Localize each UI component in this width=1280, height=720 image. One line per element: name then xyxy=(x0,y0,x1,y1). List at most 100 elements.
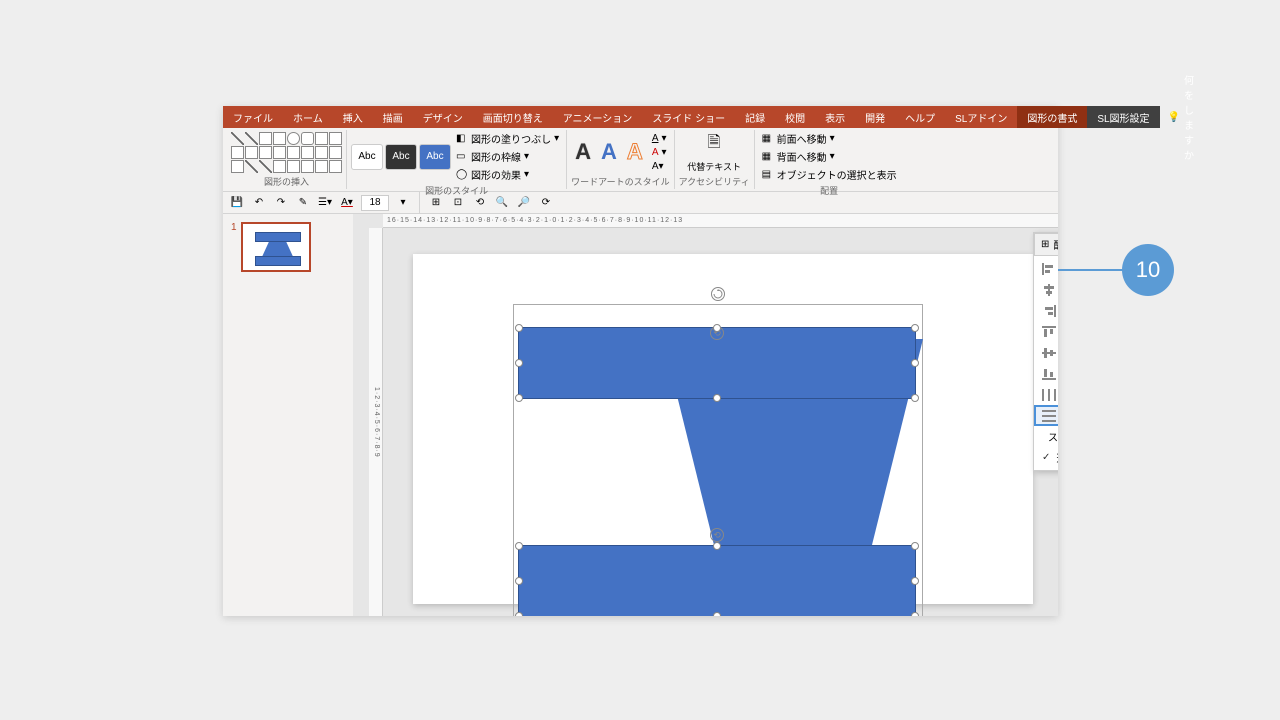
ribbon-tabs: ファイル ホーム 挿入 描画 デザイン 画面切り替え アニメーション スライド … xyxy=(223,106,1058,128)
tab-review[interactable]: 校閲 xyxy=(775,106,815,128)
align-objects-button[interactable]: ⊞ xyxy=(428,195,444,211)
tab-file[interactable]: ファイル xyxy=(223,106,283,128)
distribute-vertical-item[interactable]: 上下に整列(V) xyxy=(1034,405,1058,426)
tab-shape-format[interactable]: 図形の書式 xyxy=(1017,106,1087,128)
align-dropdown-menu: ⊞配置 ▾ ⇕3.77 cm 左揃え(L) 左右中央揃え(C) 右揃え(R) 上… xyxy=(1033,232,1058,471)
selection-pane-button[interactable]: ▤オブジェクトの選択と表示 xyxy=(759,166,900,183)
group-wordart-styles: A A A A▾ A▾ A▾ ワードアートのスタイル xyxy=(567,130,674,189)
tab-home[interactable]: ホーム xyxy=(283,106,333,128)
align-middle-item[interactable]: 上下中央揃え(M) xyxy=(1034,342,1058,363)
group-label-wordart: ワードアートのスタイル xyxy=(571,174,669,189)
format-painter-button[interactable]: ✎ xyxy=(295,195,311,211)
forward-icon: ▦ xyxy=(762,133,774,145)
shape-effects-button[interactable]: ◯図形の効果 ▾ xyxy=(453,166,562,183)
distribute-v-icon xyxy=(1042,410,1056,422)
send-backward-button[interactable]: ▦背面へ移動 ▾ xyxy=(759,148,900,165)
align-to-selection-item[interactable]: ✓選択したオブジェクトを揃える(O) xyxy=(1034,447,1058,468)
rotate-handle-icon[interactable] xyxy=(711,287,725,301)
align-left-icon xyxy=(1042,263,1056,275)
tab-slideshow[interactable]: スライド ショー xyxy=(642,106,735,128)
align-middle-icon xyxy=(1042,347,1056,359)
font-size-input[interactable]: 18 xyxy=(361,195,389,211)
tab-design[interactable]: デザイン xyxy=(413,106,473,128)
zoom-in-button[interactable]: 🔎 xyxy=(516,195,532,211)
align-top-item[interactable]: 上揃え(T) xyxy=(1034,321,1058,342)
wordart-style-2[interactable]: A xyxy=(597,139,621,165)
ribbon-body: 図形の挿入 Abc Abc Abc ◧図形の塗りつぶし ▾ ▭図形の枠線 ▾ ◯… xyxy=(223,128,1058,192)
slide-thumbnail-1[interactable] xyxy=(241,222,311,272)
tab-insert[interactable]: 挿入 xyxy=(333,106,373,128)
style-preset-3[interactable]: Abc xyxy=(419,144,451,170)
selection-icon: ▤ xyxy=(762,169,774,181)
group-button[interactable]: ⊡ xyxy=(450,195,466,211)
text-effects-button[interactable]: A▾ xyxy=(649,160,670,173)
tab-transitions[interactable]: 画面切り替え xyxy=(473,106,553,128)
text-fill-button[interactable]: A▾ xyxy=(649,132,670,145)
powerpoint-window: ファイル ホーム 挿入 描画 デザイン 画面切り替え アニメーション スライド … xyxy=(223,106,1058,616)
tab-sladdin[interactable]: SLアドイン xyxy=(945,106,1017,128)
tab-draw[interactable]: 描画 xyxy=(373,106,413,128)
group-shape-styles: Abc Abc Abc ◧図形の塗りつぶし ▾ ▭図形の枠線 ▾ ◯図形の効果 … xyxy=(347,130,567,189)
group-insert-shapes: 図形の挿入 xyxy=(227,130,347,189)
main-area: 1 16·15·14·13·12·11·10·9·8·7·6·5·4·3·2·1… xyxy=(223,214,1058,616)
wordart-style-1[interactable]: A xyxy=(571,139,595,165)
style-preset-2[interactable]: Abc xyxy=(385,144,417,170)
slide-number: 1 xyxy=(231,222,237,272)
undo-button[interactable]: ↶ xyxy=(251,195,267,211)
align-center-item[interactable]: 左右中央揃え(C) xyxy=(1034,279,1058,300)
style-preset-1[interactable]: Abc xyxy=(351,144,383,170)
outline-icon: ▭ xyxy=(456,151,468,163)
align-bottom-item[interactable]: 下揃え(B) xyxy=(1034,363,1058,384)
text-outline-button[interactable]: A▾ xyxy=(649,146,670,159)
align-button[interactable]: ⊞配置 ▾ ⇕3.77 cm xyxy=(1034,233,1058,256)
rotate-button[interactable]: ⟲ xyxy=(472,195,488,211)
rectangle-shape-top[interactable]: ⟲ xyxy=(518,327,916,399)
redo-button[interactable]: ↷ xyxy=(273,195,289,211)
distribute-h-icon xyxy=(1042,389,1056,401)
tab-help[interactable]: ヘルプ xyxy=(895,106,945,128)
vertical-ruler: 1·2·3·4·5·6·7·8·9 xyxy=(369,228,383,616)
alt-text-label: 代替テキスト xyxy=(687,160,741,173)
bullets-button[interactable]: ☰▾ xyxy=(317,195,333,211)
align-icon: ⊞ xyxy=(1041,239,1049,250)
refresh-button[interactable]: ⟳ xyxy=(538,195,554,211)
group-label-arrange: 配置 xyxy=(759,183,900,198)
save-button[interactable]: 💾 xyxy=(229,195,245,211)
distribute-horizontal-item[interactable]: 左右に整列(H) xyxy=(1034,384,1058,405)
fill-icon: ◧ xyxy=(456,133,468,145)
align-right-item[interactable]: 右揃え(R) xyxy=(1034,300,1058,321)
font-color-button[interactable]: A▾ xyxy=(339,195,355,211)
qat-more[interactable]: ▾ xyxy=(395,195,411,211)
tab-sl-shape-setting[interactable]: SL図形設定 xyxy=(1087,106,1159,128)
tab-animations[interactable]: アニメーション xyxy=(553,106,643,128)
bring-forward-button[interactable]: ▦前面へ移動 ▾ xyxy=(759,130,900,147)
tab-developer[interactable]: 開発 xyxy=(855,106,895,128)
lightbulb-icon: 💡 xyxy=(1168,112,1180,123)
tab-view[interactable]: 表示 xyxy=(815,106,855,128)
zoom-out-button[interactable]: 🔍 xyxy=(494,195,510,211)
align-left-item[interactable]: 左揃え(L) xyxy=(1034,258,1058,279)
alt-text-icon[interactable]: 🗎 xyxy=(708,131,721,158)
callout-number-badge: 10 xyxy=(1122,244,1174,296)
group-label-accessibility: アクセシビリティ xyxy=(679,174,750,189)
rectangle-shape-bottom[interactable]: ⟲ xyxy=(518,545,916,616)
slide-edit-area: 16·15·14·13·12·11·10·9·8·7·6·5·4·3·2·1·0… xyxy=(353,214,1058,616)
group-label-insert-shapes: 図形の挿入 xyxy=(231,174,342,189)
shapes-gallery[interactable] xyxy=(231,132,342,173)
wordart-style-3[interactable]: A xyxy=(623,139,647,165)
check-icon: ✓ xyxy=(1042,452,1050,463)
align-right-icon xyxy=(1042,305,1056,317)
tab-record[interactable]: 記録 xyxy=(735,106,775,128)
tell-me-label: 何をしますか xyxy=(1184,72,1194,162)
quick-access-toolbar: 💾 ↶ ↷ ✎ ☰▾ A▾ 18 ▾ ⊞ ⊡ ⟲ 🔍 🔎 ⟳ xyxy=(223,192,1058,214)
rotate-handle-icon[interactable]: ⟲ xyxy=(710,528,724,542)
group-accessibility: 🗎 代替テキスト アクセシビリティ xyxy=(675,130,755,189)
group-arrange: ▦前面へ移動 ▾ ▦背面へ移動 ▾ ▤オブジェクトの選択と表示 配置 xyxy=(755,130,904,189)
slide-canvas[interactable]: ⟲ ⟲ xyxy=(413,254,1033,604)
backward-icon: ▦ xyxy=(762,151,774,163)
align-to-slide-item[interactable]: スライドに合わせて配置(A) xyxy=(1034,426,1058,447)
shape-outline-button[interactable]: ▭図形の枠線 ▾ xyxy=(453,148,562,165)
tell-me-search[interactable]: 💡 何をしますか xyxy=(1160,106,1202,128)
align-top-icon xyxy=(1042,326,1056,338)
shape-fill-button[interactable]: ◧図形の塗りつぶし ▾ xyxy=(453,130,562,147)
